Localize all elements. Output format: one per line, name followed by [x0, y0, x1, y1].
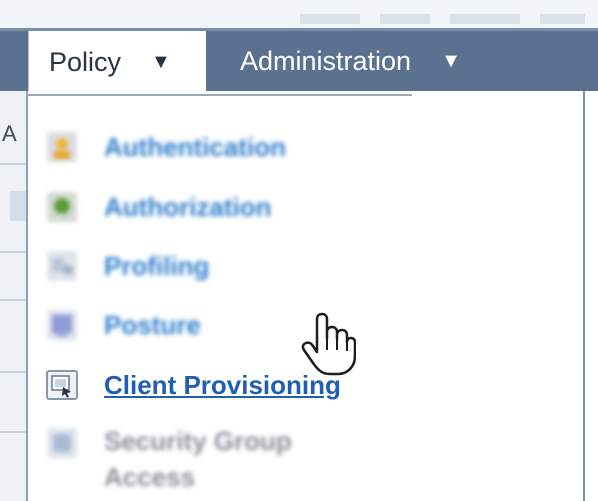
menu-item-security-group-access[interactable]: Security Group Access	[46, 423, 294, 497]
top-strip-decoration	[450, 14, 520, 24]
profiling-icon	[46, 250, 78, 282]
policy-dropdown-menu: Authentication Authorization Profiling P…	[26, 91, 598, 501]
top-strip	[0, 0, 598, 31]
background-row-divider	[0, 431, 26, 433]
menu-top-border	[28, 94, 412, 96]
background-row-divider	[0, 299, 26, 301]
tab-policy-label: Policy	[49, 46, 122, 77]
authorization-icon	[46, 191, 78, 223]
tab-policy[interactable]: Policy ▼	[28, 31, 206, 93]
security-group-access-icon	[46, 427, 78, 459]
menu-item-client-provisioning[interactable]: Client Provisioning	[46, 365, 341, 405]
menu-item-label: Posture	[104, 309, 201, 340]
menu-item-label: Authentication	[104, 131, 286, 162]
top-strip-decoration	[380, 14, 430, 24]
menu-item-profiling[interactable]: Profiling	[46, 246, 209, 286]
menu-item-label: Security Group Access	[104, 426, 292, 492]
top-strip-decoration	[540, 14, 585, 24]
background-row-divider	[0, 163, 26, 165]
menu-item-label: Authorization	[104, 191, 272, 222]
chevron-down-icon: ▼	[441, 49, 461, 72]
background-row-chip	[10, 191, 26, 221]
hand-pointer-cursor-icon	[301, 312, 356, 376]
menu-item-authentication[interactable]: Authentication	[46, 127, 286, 167]
tab-administration[interactable]: Administration ▼	[206, 31, 496, 91]
menu-item-posture[interactable]: Posture	[46, 305, 201, 345]
menu-item-authorization[interactable]: Authorization	[46, 187, 272, 227]
chevron-down-icon: ▼	[151, 50, 171, 73]
background-row-divider	[0, 371, 26, 373]
authentication-icon	[46, 131, 78, 163]
background-text-fragment: A	[2, 121, 17, 146]
client-provisioning-icon	[46, 370, 78, 400]
top-strip-decoration	[300, 14, 360, 24]
menu-item-label: Profiling	[104, 250, 210, 281]
menu-right-border	[583, 91, 585, 501]
tab-administration-label: Administration	[240, 45, 412, 76]
background-page-fragment: A	[0, 91, 26, 501]
posture-icon	[46, 309, 78, 341]
background-row-divider	[0, 251, 26, 253]
